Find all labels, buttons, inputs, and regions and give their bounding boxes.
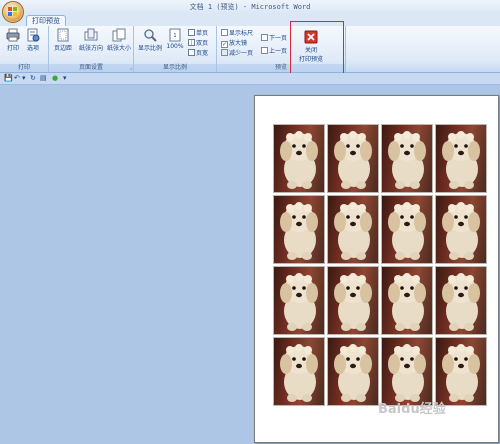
window-title: 文档 1 (预览) - Microsoft Word (189, 3, 311, 11)
group-label-zoom: 显示比例 (134, 64, 216, 72)
preview-icon[interactable]: ▤ (40, 74, 47, 82)
magnifier-checkbox[interactable]: ✓ 放大镜 (221, 39, 247, 48)
dog-photo (273, 266, 325, 335)
dog-photo (327, 124, 379, 193)
group-label-page-setup: 页面设置 (49, 64, 133, 72)
options-icon (26, 28, 40, 42)
group-zoom: 显示比例 1 100% 单页 双页 页宽 显示比例 (134, 26, 217, 72)
size-button[interactable]: 纸张大小 (105, 28, 133, 52)
ribbon: 打印 选项 打印 页边距 纸张方向 纸张大小 页面设置 ⌟ 显示比例 1 100… (0, 26, 500, 73)
next-page-icon (261, 34, 268, 41)
quick-access-toolbar: 💾 ↶ ▾ ↻ ▤ ● ▾ (0, 73, 500, 85)
two-pages-label: 双页 (196, 40, 209, 47)
redo-icon[interactable]: ↻ (30, 74, 36, 82)
dog-photo (435, 195, 487, 264)
prev-page-label: 上一页 (269, 48, 288, 55)
shrink-one-page-button[interactable]: 减少一页 (221, 49, 253, 58)
orientation-label: 纸张方向 (78, 45, 103, 52)
page-setup-launcher-icon[interactable]: ⌟ (130, 65, 132, 71)
margins-button[interactable]: 页边距 (51, 28, 75, 52)
options-button[interactable]: 选项 (24, 28, 42, 52)
paper-size-icon (112, 28, 126, 42)
office-button[interactable] (2, 1, 24, 23)
options-label: 选项 (26, 45, 39, 52)
shrink-page-icon (221, 49, 228, 56)
checkbox-unchecked-icon (221, 29, 228, 36)
close-preview-highlight (290, 21, 344, 77)
orientation-icon (84, 28, 98, 42)
size-label: 纸张大小 (106, 45, 131, 52)
dog-photo (381, 266, 433, 335)
print-label: 打印 (6, 45, 19, 52)
dog-photo (435, 337, 487, 406)
dog-photo (327, 337, 379, 406)
ribbon-tab-row: 打印预览 (0, 14, 500, 27)
group-print: 打印 选项 打印 (0, 26, 49, 72)
title-bar: 文档 1 (预览) - Microsoft Word (0, 0, 500, 14)
zoom-label: 显示比例 (137, 45, 162, 52)
undo-dropdown-icon[interactable]: ▾ (22, 74, 26, 82)
dog-photo (327, 266, 379, 335)
dog-photo (381, 124, 433, 193)
zoom-button[interactable]: 显示比例 (136, 28, 164, 52)
show-ruler-checkbox[interactable]: 显示标尺 (221, 29, 253, 38)
margins-icon (56, 28, 70, 42)
group-page-setup: 页边距 纸张方向 纸张大小 页面设置 ⌟ (49, 26, 134, 72)
orientation-button[interactable]: 纸张方向 (77, 28, 105, 52)
page-width-button[interactable]: 页宽 (188, 49, 208, 58)
next-page-button[interactable]: 下一页 (261, 34, 287, 43)
shrink-one-page-label: 减少一页 (229, 50, 254, 57)
dog-photo (435, 124, 487, 193)
zoom-100-button[interactable]: 1 100% (166, 28, 184, 50)
dog-photo (381, 337, 433, 406)
one-page-label: 单页 (196, 30, 209, 37)
two-pages-button[interactable]: 双页 (188, 39, 208, 48)
page-width-label: 页宽 (196, 50, 209, 57)
spell-check-icon[interactable]: ● (52, 74, 58, 82)
customize-toolbar-icon[interactable]: ▾ (63, 74, 67, 82)
printer-icon (6, 28, 20, 42)
one-page-button[interactable]: 单页 (188, 29, 208, 38)
dog-photo (273, 195, 325, 264)
page-100-icon: 1 (168, 28, 182, 42)
dog-photo (273, 337, 325, 406)
magnifier-label: 放大镜 (229, 40, 248, 47)
one-page-icon (188, 29, 195, 36)
prev-page-button[interactable]: 上一页 (261, 47, 287, 56)
svg-text:1: 1 (173, 33, 176, 39)
next-page-label: 下一页 (269, 35, 288, 42)
show-ruler-label: 显示标尺 (229, 30, 254, 37)
magnifier-icon (143, 28, 157, 42)
office-logo-icon (8, 7, 18, 17)
watermark: Baidu经验 (378, 402, 446, 417)
save-icon[interactable]: 💾 (4, 74, 13, 82)
zoom-100-label: 100% (166, 43, 184, 50)
dog-photo (327, 195, 379, 264)
dog-photo (273, 124, 325, 193)
page-width-icon (188, 49, 195, 56)
prev-page-icon (261, 47, 268, 54)
dog-photo (381, 195, 433, 264)
group-label-print: 打印 (0, 64, 48, 72)
margins-label: 页边距 (53, 45, 72, 52)
print-button[interactable]: 打印 (4, 28, 22, 52)
two-pages-icon (188, 39, 195, 46)
checkbox-checked-icon: ✓ (221, 41, 228, 48)
undo-icon[interactable]: ↶ (14, 74, 20, 82)
dog-photo (435, 266, 487, 335)
document-page (254, 95, 499, 443)
